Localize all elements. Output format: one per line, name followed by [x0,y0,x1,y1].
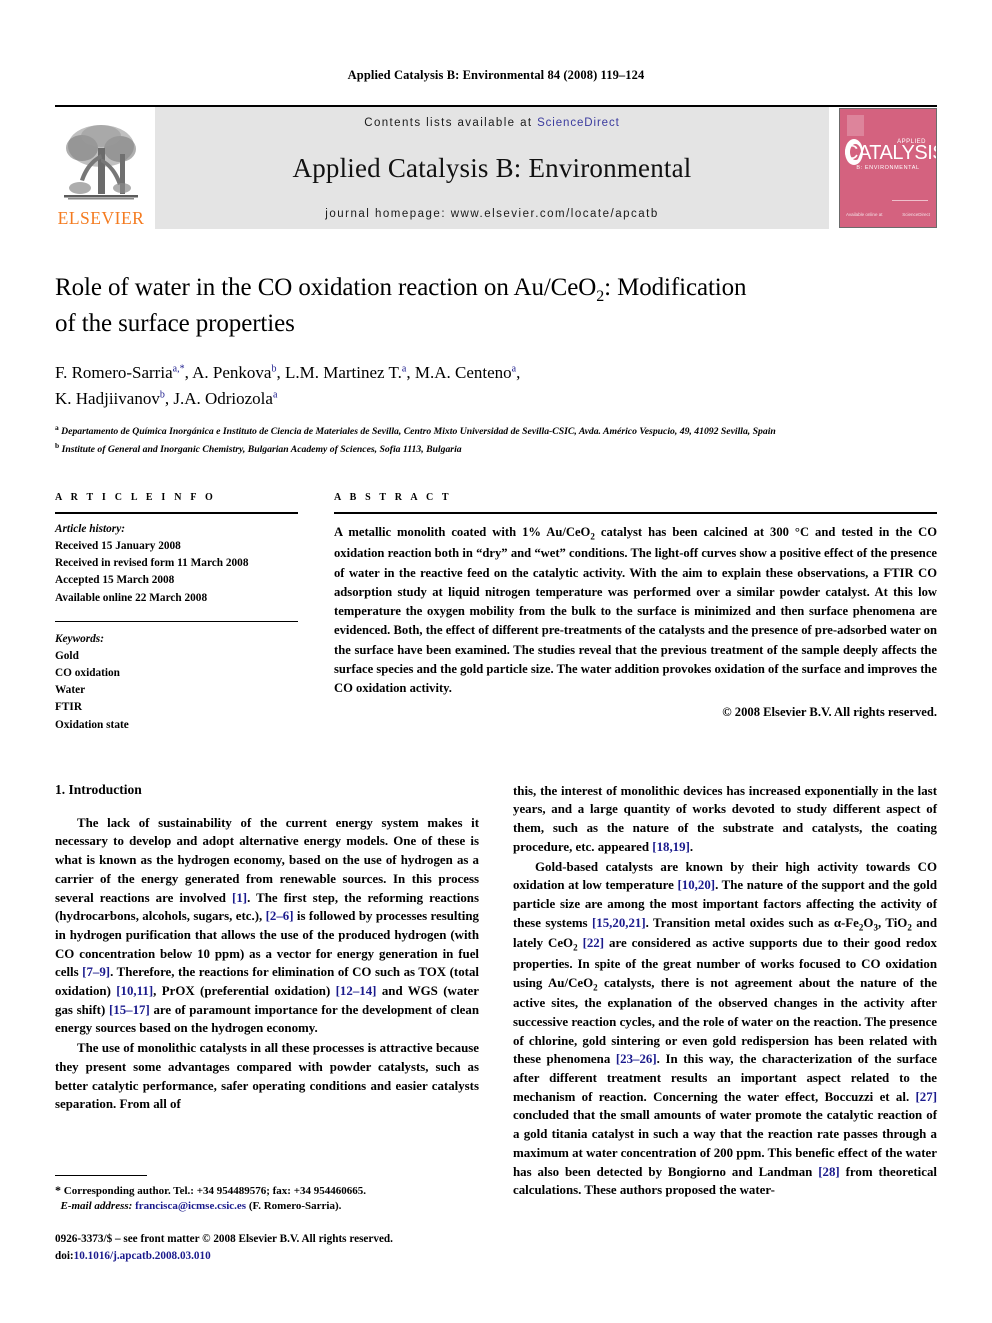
paragraph: Gold-based catalysts are known by their … [513,859,937,1198]
cover-catalysis-label: CATALYSIS [844,142,937,164]
author-affil-mark: a [272,388,278,400]
keyword-item: CO oxidation [55,667,120,680]
paper-title-subscript: 2 [596,288,605,305]
article-info-heading: A R T I C L E I N F O [55,492,216,504]
affiliations: a Departamento de Química Inorgánica e I… [55,422,937,458]
citation-ref[interactable]: [10,20] [677,878,715,892]
issn-line: 0926-3373/$ – see front matter © 2008 El… [55,1233,393,1246]
article-history-item: Accepted 15 March 2008 [55,574,175,587]
journal-masthead: ELSEVIER Contents lists available at Sci… [55,105,937,229]
citation-ref[interactable]: [12–14] [336,984,377,998]
body-columns: 1. Introduction The lack of sustainabili… [55,782,937,1201]
abstract-column: A B S T R A C T A metallic monolith coat… [334,492,937,734]
cover-subtitle-label: B: ENVIRONMENTAL [856,165,920,171]
author-affil-mark: a,* [172,363,185,375]
paper-page: Applied Catalysis B: Environmental 84 (2… [0,0,992,1323]
article-history-block: Article history: Received 15 January 200… [55,514,298,607]
paper-title: Role of water in the CO oxidation reacti… [55,271,937,340]
paragraph: this, the interest of monolithic devices… [513,783,937,854]
author-list: F. Romero-Sarriaa,*, A. Penkovab, L.M. M… [55,363,521,408]
author-affil-mark: b [159,388,165,400]
citation-ref[interactable]: [27] [916,1090,937,1104]
imprint-block: 0926-3373/$ – see front matter © 2008 El… [55,1231,463,1265]
contents-available-line: Contents lists available at ScienceDirec… [364,117,619,129]
sciencedirect-link[interactable]: ScienceDirect [537,117,620,129]
info-and-abstract: A R T I C L E I N F O Article history: R… [55,492,937,734]
doi-link[interactable]: 10.1016/j.apcatb.2008.03.010 [74,1250,211,1262]
affiliation-mark-b: b [55,441,60,451]
email-label: E-mail address: [60,1200,133,1213]
article-history-item: Received 15 January 2008 [55,540,181,553]
abstract-text-part2: catalyst has been calcined at 300 °C and… [334,525,937,696]
journal-cover-thumbnail: APPLIED CATALYSIS B: ENVIRONMENTAL Avail… [839,108,937,228]
citation-ref[interactable]: [28] [818,1165,839,1179]
doi-line: doi:10.1016/j.apcatb.2008.03.010 [55,1248,463,1265]
keywords-block: Keywords: Gold CO oxidation Water FTIR O… [55,631,298,734]
citation-ref[interactable]: [15,20,21] [592,916,646,930]
author-affil-mark: a [511,363,517,375]
affiliation-a-text: Departamento de Química Inorgánica e Ins… [61,426,776,438]
author-affil-mark: b [271,363,277,375]
elsevier-tree-icon [60,118,142,210]
citation-ref[interactable]: [15–17] [109,1003,150,1017]
cover-footer: Available online at ScienceDirect [846,212,930,219]
citation-ref[interactable]: [23–26] [616,1052,657,1066]
author-email-link[interactable]: francisca@icmse.csic.es [135,1200,246,1212]
email-suffix: (F. Romero-Sarria). [248,1200,342,1213]
cover-elsevier-mark-icon [847,115,864,136]
keywords-label: Keywords: [55,632,104,645]
citation-ref[interactable]: [18,19] [652,840,690,854]
keyword-item: Water [55,684,86,697]
abstract-copyright: © 2008 Elsevier B.V. All rights reserved… [722,705,937,720]
paragraph: The use of monolithic catalysts in all t… [55,1041,479,1112]
footnote-star-marker: * [55,1182,61,1197]
citation-ref[interactable]: [10,11] [116,984,153,998]
elsevier-wordmark: ELSEVIER [57,207,145,228]
footnote-area: * Corresponding author. Tel.: +34 954489… [55,1174,463,1265]
paper-title-line2: of the surface properties [55,310,295,338]
affiliation-a: a Departamento de Química Inorgánica e I… [55,422,937,440]
paper-title-line1: Role of water in the CO oxidation reacti… [55,274,597,301]
contents-prefix: Contents lists available at [364,117,533,129]
affiliation-mark-a: a [55,423,59,433]
citation-ref[interactable]: [7–9] [82,965,110,979]
paragraph: The lack of sustainability of the curren… [55,815,480,1036]
abstract-heading: A B S T R A C T [334,492,452,504]
body-column-left: 1. Introduction The lack of sustainabili… [55,782,479,1201]
article-info-column: A R T I C L E I N F O Article history: R… [55,492,298,734]
keywords-divider [55,620,298,622]
corresponding-author-note: * Corresponding author. Tel.: +34 954489… [55,1182,463,1216]
cover-divider [892,200,928,201]
article-history-item: Received in revised form 11 March 2008 [55,557,249,570]
affiliation-b-text: Institute of General and Inorganic Chemi… [61,444,462,456]
citation-ref[interactable]: [22] [583,936,604,950]
affiliation-b: b Institute of General and Inorganic Che… [55,440,937,458]
doi-label: doi: [55,1250,74,1263]
article-history-item: Available online 22 March 2008 [55,591,208,604]
article-history-label: Article history: [55,523,125,536]
title-block: Role of water in the CO oxidation reacti… [55,271,937,458]
keyword-item: FTIR [55,701,82,714]
running-head: Applied Catalysis B: Environmental 84 (2… [347,68,645,82]
journal-homepage-line[interactable]: journal homepage: www.elsevier.com/locat… [325,208,658,220]
abstract-text-part1: A metallic monolith coated with 1% Au/Ce… [334,525,591,540]
elsevier-logo: ELSEVIER [55,107,147,229]
citation-ref[interactable]: [1] [232,891,247,905]
keyword-item: Gold [55,649,79,662]
journal-band: Contents lists available at ScienceDirec… [155,107,829,229]
journal-title: Applied Catalysis B: Environmental [292,153,692,183]
corresponding-author-text: Corresponding author. Tel.: +34 95448957… [63,1184,366,1197]
cover-footer-left: Available online at [846,212,883,218]
body-column-right: this, the interest of monolithic devices… [513,782,937,1201]
keyword-item: Oxidation state [55,718,129,731]
author-affil-mark: a [401,363,407,375]
paper-title-line1-tail: : Modification [604,274,747,301]
section-heading-introduction: 1. Introduction [55,781,142,797]
footnote-rule [55,1174,147,1176]
citation-ref[interactable]: [2–6] [266,909,294,923]
abstract-text: A metallic monolith coated with 1% Au/Ce… [334,514,937,698]
cover-footer-right: ScienceDirect [902,212,930,218]
